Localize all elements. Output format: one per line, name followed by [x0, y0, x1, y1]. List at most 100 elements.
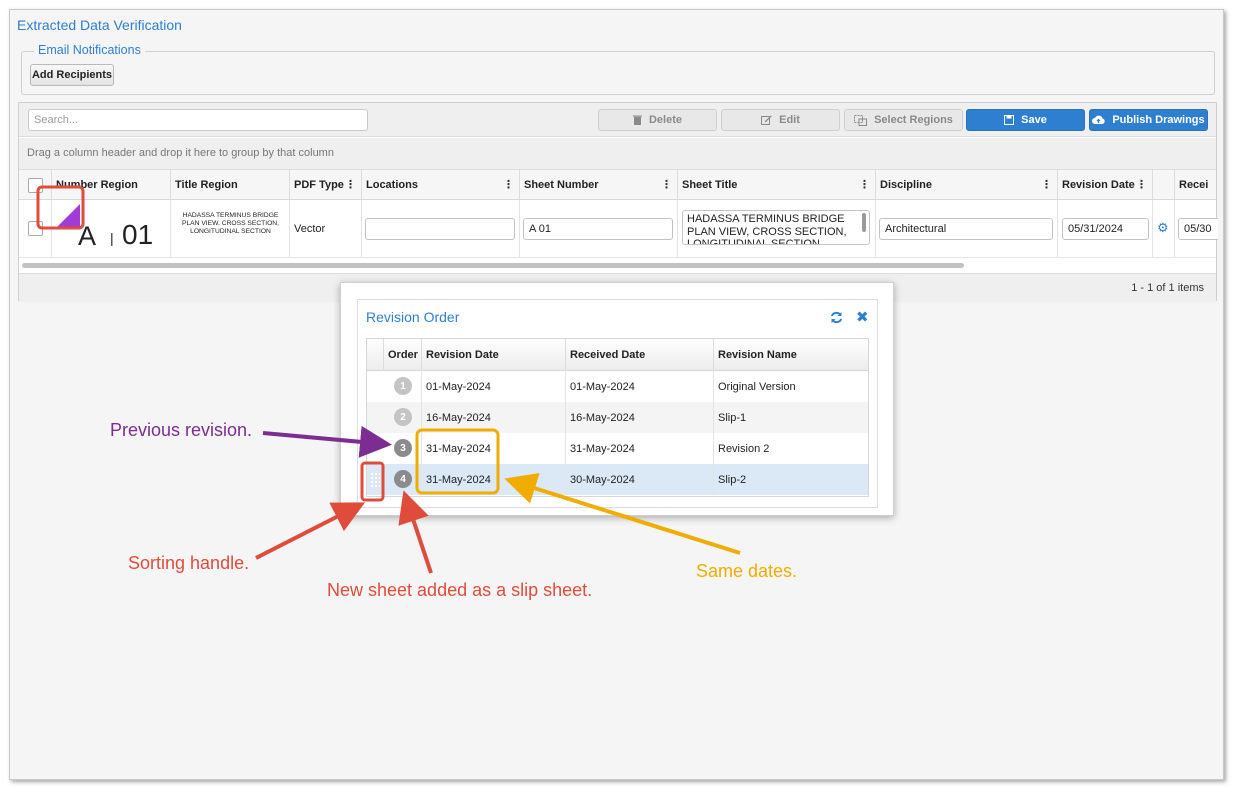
- table-row[interactable]: 1 01-May-2024 01-May-2024 Original Versi…: [367, 371, 868, 402]
- column-title: Recei: [1179, 179, 1209, 191]
- revision-name-cell: Original Version: [713, 371, 870, 402]
- column-header-received-date[interactable]: Recei: [1174, 170, 1218, 200]
- save-button[interactable]: Save: [966, 109, 1085, 131]
- publish-drawings-button[interactable]: Publish Drawings: [1089, 109, 1208, 131]
- revision-table: Order Revision Date Received Date Revisi…: [366, 338, 869, 497]
- column-menu-icon[interactable]: ⋮: [859, 178, 870, 191]
- sheet-title-text: HADASSA TERMINUS BRIDGE PLAN VIEW, CROSS…: [687, 213, 847, 245]
- group-by-dropzone[interactable]: Drag a column header and drop it here to…: [19, 138, 1216, 170]
- column-title: Locations: [366, 179, 418, 191]
- pdf-type-value: Vector: [294, 223, 326, 235]
- column-header-locations[interactable]: Locations ⋮: [361, 170, 519, 200]
- select-all-checkbox[interactable]: [28, 178, 43, 193]
- callout-sorting-handle: Sorting handle.: [128, 553, 250, 573]
- locations-field[interactable]: [365, 218, 515, 240]
- column-header-discipline[interactable]: Discipline ⋮: [875, 170, 1057, 200]
- save-label: Save: [1021, 114, 1047, 126]
- email-notifications-section: [21, 51, 1215, 95]
- pager-info: 1 - 1 of 1 items: [1131, 282, 1204, 294]
- search-input[interactable]: [28, 109, 368, 131]
- table-row[interactable]: SLIP A | 01 HADASSA TERMINUS BRIDGE PLAN…: [19, 200, 1218, 258]
- column-header-revision-date[interactable]: Revision Date: [421, 339, 565, 371]
- column-menu-icon[interactable]: ⋮: [661, 178, 672, 191]
- cloud-upload-icon: [1092, 115, 1105, 124]
- textarea-scrollbar[interactable]: [862, 213, 866, 232]
- column-menu-icon[interactable]: ⋮: [1041, 178, 1052, 191]
- delete-label: Delete: [648, 114, 683, 126]
- number-region-cell[interactable]: SLIP A | 01: [51, 200, 170, 258]
- column-header-received-date[interactable]: Received Date: [565, 339, 713, 371]
- order-badge: 4: [394, 470, 412, 488]
- column-header-order[interactable]: Order: [383, 339, 421, 371]
- column-menu-icon[interactable]: ⋮: [345, 178, 356, 191]
- pdf-type-cell: Vector: [289, 200, 361, 258]
- column-title: Revision Date: [1062, 179, 1135, 191]
- revision-table-header: Order Revision Date Received Date Revisi…: [367, 339, 868, 371]
- revision-date-cell: 31-May-2024: [421, 464, 565, 495]
- received-date-field[interactable]: 05/30: [1178, 218, 1218, 240]
- number-region-letter: A: [78, 221, 97, 251]
- settings-cell: ⚙: [1152, 200, 1174, 258]
- column-title: Title Region: [175, 179, 238, 191]
- received-date-cell: 01-May-2024: [565, 371, 713, 402]
- add-recipients-button[interactable]: Add Recipients: [30, 64, 114, 86]
- grid-toolbar: Delete Edit Select Regions Save Publish …: [19, 103, 1216, 137]
- table-row[interactable]: 2 16-May-2024 16-May-2024 Slip-1: [367, 402, 868, 433]
- number-region-separator: |: [110, 230, 114, 246]
- column-menu-icon[interactable]: ⋮: [503, 178, 514, 191]
- close-icon[interactable]: ✖: [856, 308, 869, 326]
- revision-name-cell: Revision 2: [713, 433, 870, 464]
- column-header-revision-name[interactable]: Revision Name: [713, 339, 870, 371]
- column-header-title-region[interactable]: Title Region: [170, 170, 289, 200]
- horizontal-scrollbar[interactable]: [22, 263, 964, 268]
- received-date-cell: 30-May-2024: [565, 464, 713, 495]
- callout-previous-revision: Previous revision.: [110, 420, 253, 440]
- revision-name-cell: Slip-1: [713, 402, 870, 433]
- row-checkbox[interactable]: [28, 221, 43, 236]
- select-regions-button[interactable]: Select Regions: [844, 109, 963, 131]
- column-header-revision-date[interactable]: Revision Date ⋮: [1057, 170, 1152, 200]
- column-header-sheet-title[interactable]: Sheet Title ⋮: [677, 170, 875, 200]
- sheet-title-textarea[interactable]: HADASSA TERMINUS BRIDGE PLAN VIEW, CROSS…: [682, 210, 870, 245]
- column-title: Discipline: [880, 179, 932, 191]
- column-menu-icon[interactable]: ⋮: [1136, 178, 1147, 191]
- discipline-cell: Architectural: [875, 200, 1057, 258]
- received-date-cell: 16-May-2024: [565, 402, 713, 433]
- column-title: PDF Type: [294, 179, 344, 191]
- edit-button[interactable]: Edit: [721, 109, 840, 131]
- email-notifications-legend: Email Notifications: [34, 43, 145, 57]
- grid-header: Number Region Title Region PDF Type ⋮ Loc…: [19, 170, 1216, 200]
- revision-order-dialog: Revision Order ✖ Order Revision Date Rec…: [340, 282, 894, 516]
- sheet-number-field[interactable]: A 01: [523, 218, 673, 240]
- column-header-pdf-type[interactable]: PDF Type ⋮: [289, 170, 361, 200]
- title-region-cell[interactable]: HADASSA TERMINUS BRIDGE PLAN VIEW, CROSS…: [170, 200, 289, 258]
- select-regions-icon: [854, 114, 868, 126]
- revision-date-cell: 05/31/2024: [1057, 200, 1152, 258]
- column-header-sheet-number[interactable]: Sheet Number ⋮: [519, 170, 677, 200]
- trash-icon: [632, 115, 642, 125]
- table-row[interactable]: 4 31-May-2024 30-May-2024 Slip-2: [367, 464, 868, 495]
- revision-name-cell: Slip-2: [713, 464, 870, 495]
- sheet-number-cell: A 01: [519, 200, 677, 258]
- discipline-field[interactable]: Architectural: [879, 218, 1053, 240]
- order-badge: 2: [394, 408, 412, 426]
- sheet-title-cell: HADASSA TERMINUS BRIDGE PLAN VIEW, CROSS…: [677, 200, 875, 258]
- refresh-icon[interactable]: [830, 311, 843, 324]
- delete-button[interactable]: Delete: [598, 109, 717, 131]
- revision-date-field[interactable]: 05/31/2024: [1062, 218, 1149, 240]
- received-date-cell: 31-May-2024: [565, 433, 713, 464]
- edit-label: Edit: [779, 114, 800, 126]
- gear-icon[interactable]: ⚙: [1157, 220, 1169, 236]
- page-title: Extracted Data Verification: [17, 17, 182, 33]
- column-header-number-region[interactable]: Number Region: [51, 170, 170, 200]
- revision-date-cell: 16-May-2024: [421, 402, 565, 433]
- revision-date-cell: 31-May-2024: [421, 433, 565, 464]
- column-title: Sheet Number: [524, 179, 599, 191]
- table-row[interactable]: 3 31-May-2024 31-May-2024 Revision 2: [367, 433, 868, 464]
- callout-same-dates: Same dates.: [696, 561, 798, 581]
- drag-handle-icon[interactable]: [370, 472, 380, 488]
- title-region-text: HADASSA TERMINUS BRIDGE PLAN VIEW, CROSS…: [182, 212, 279, 235]
- column-header-blank: [1152, 170, 1174, 200]
- publish-drawings-label: Publish Drawings: [1112, 114, 1205, 126]
- locations-cell: [361, 200, 519, 258]
